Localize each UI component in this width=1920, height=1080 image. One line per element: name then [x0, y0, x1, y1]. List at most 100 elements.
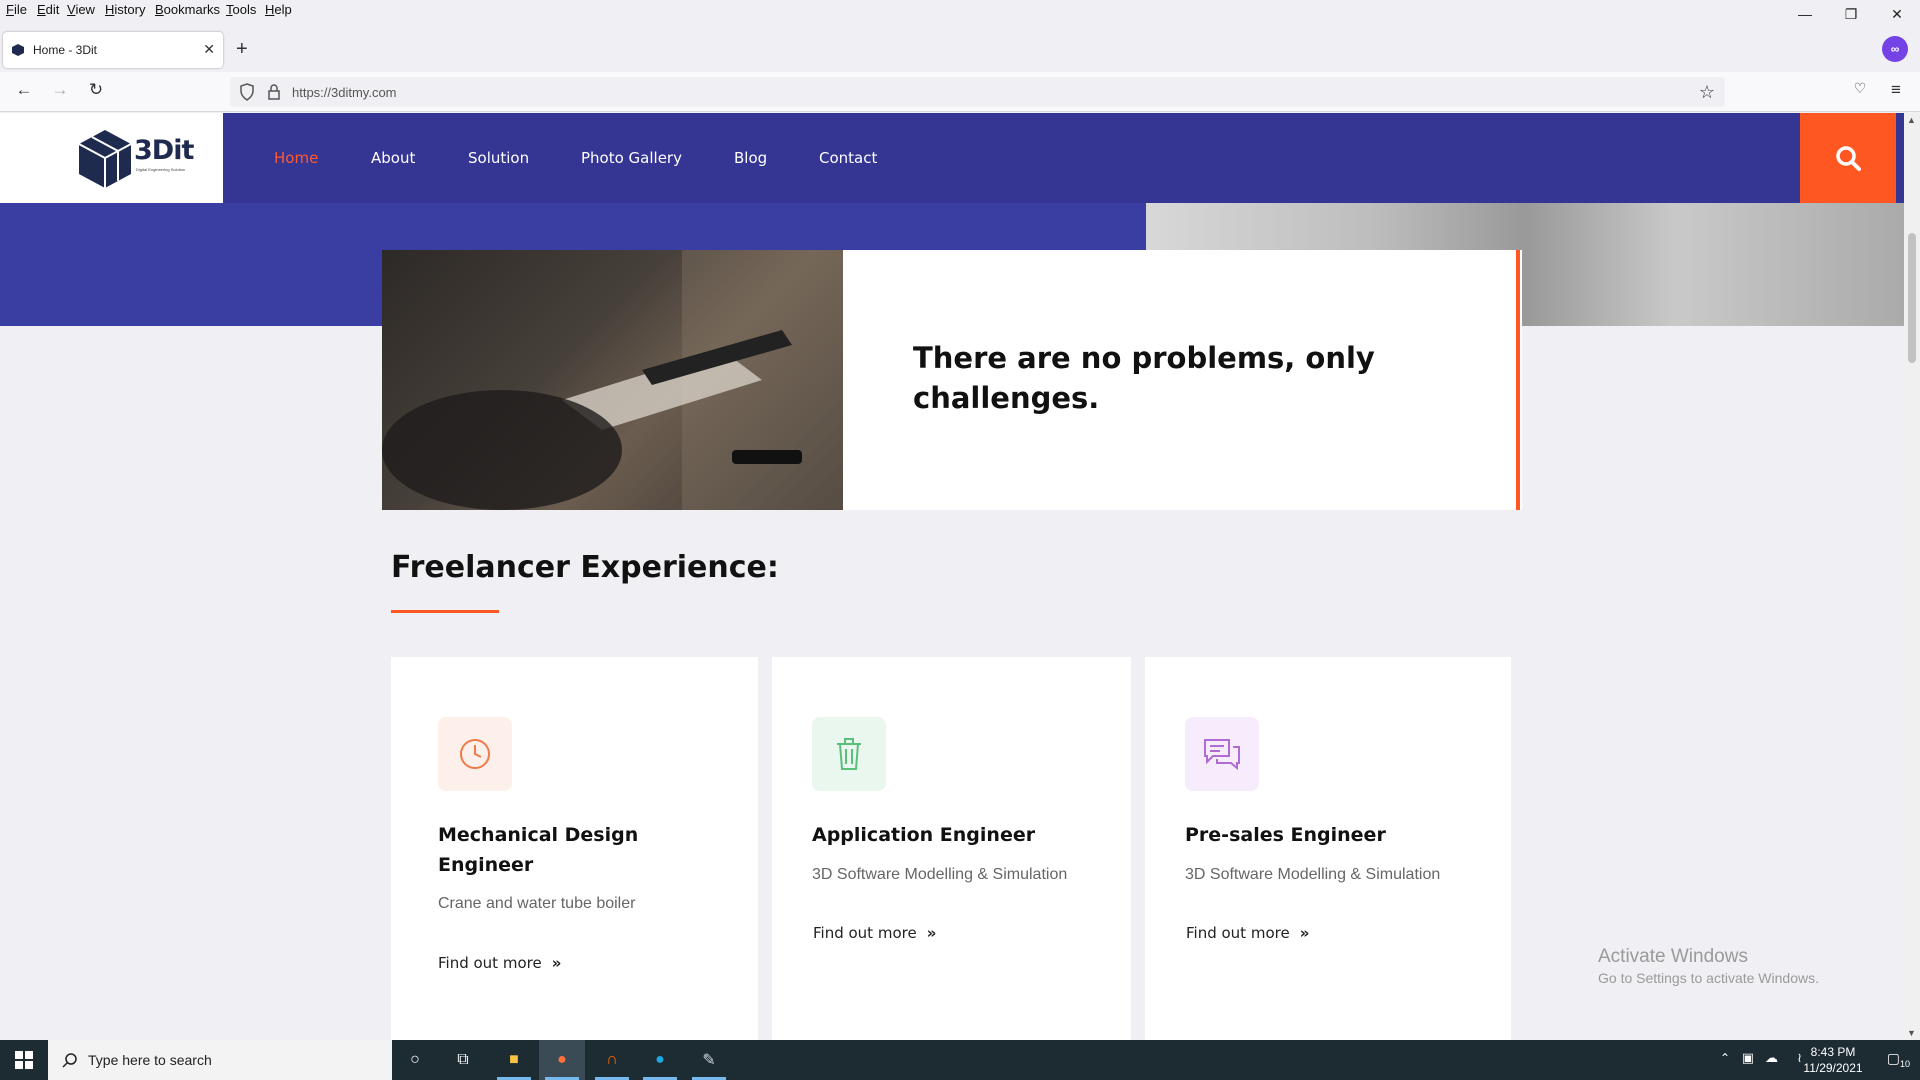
lock-icon[interactable] [266, 83, 282, 101]
app-menu-icon[interactable]: ≡ [1884, 80, 1908, 100]
search-button[interactable] [1800, 113, 1896, 203]
close-window-button[interactable]: ✕ [1874, 0, 1920, 28]
link-label: Find out more [1186, 924, 1290, 942]
edge-icon[interactable]: ● [637, 1040, 683, 1080]
experience-card-mechanical: Mechanical Design Engineer Crane and wat… [391, 657, 758, 1040]
restore-button[interactable]: ❐ [1828, 0, 1874, 28]
chat-icon [1204, 739, 1240, 771]
forward-icon[interactable]: → [48, 80, 72, 100]
nav-about[interactable]: About [371, 149, 415, 167]
card-title: Application Engineer [812, 824, 1036, 846]
trash-icon [837, 738, 861, 770]
clock-time: 8:43 PM [1810, 1045, 1856, 1059]
activate-windows-watermark: Activate Windows Go to Settings to activ… [1598, 946, 1819, 986]
search-icon [62, 1053, 77, 1068]
logo-tagline: Digital Engineering Solution [136, 167, 186, 172]
card-subtitle: 3D Software Modelling & Simulation [1185, 866, 1441, 883]
card-title: Mechanical Design Engineer [438, 824, 639, 876]
card-icon-box [438, 717, 512, 791]
link-label: Find out more [438, 954, 542, 972]
notification-center-icon[interactable]: ▢10 [1887, 1050, 1910, 1069]
scroll-up-icon[interactable]: ▲ [1907, 115, 1916, 125]
card-icon-box [1185, 717, 1259, 791]
task-view-icon[interactable]: ⧉ [440, 1040, 486, 1080]
experience-card-presales: Pre-sales Engineer 3D Software Modelling… [1145, 657, 1511, 1040]
taskbar-search-box[interactable]: Type here to search [48, 1040, 392, 1080]
app-icon[interactable]: ∩ [589, 1040, 635, 1080]
shield-icon[interactable] [239, 83, 255, 101]
tab-title: Home - 3Dit [33, 43, 98, 57]
card-icon-box [812, 717, 886, 791]
double-chevron-right-icon: » [551, 954, 562, 972]
tab-strip: Home - 3Dit ✕ + ∞ [0, 28, 1920, 72]
quote-accent-bar [1516, 250, 1520, 510]
menu-bookmarks[interactable]: Bookmarks [155, 2, 220, 17]
double-chevron-right-icon: » [1299, 924, 1310, 942]
back-icon[interactable]: ← [12, 80, 36, 100]
pocket-icon[interactable]: ♡ [1848, 80, 1872, 97]
find-out-more-link[interactable]: Find out more » [813, 924, 936, 942]
nav-photo-gallery[interactable]: Photo Gallery [581, 149, 682, 167]
url-bar[interactable]: https://3ditmy.com ☆ [230, 77, 1725, 107]
section-underline [391, 610, 499, 613]
tray-onedrive-icon[interactable]: ☁ [1765, 1050, 1778, 1066]
paint-icon[interactable]: ✎ [686, 1040, 732, 1080]
cortana-icon[interactable]: ○ [392, 1040, 438, 1080]
notification-count: 10 [1899, 1058, 1910, 1069]
clock-date: 11/29/2021 [1803, 1061, 1863, 1075]
menu-bar: File Edit View History Bookmarks Tools H… [0, 0, 1920, 20]
experience-card-application: Application Engineer 3D Software Modelli… [772, 657, 1131, 1040]
find-out-more-link[interactable]: Find out more » [1186, 924, 1309, 942]
menu-history[interactable]: History [105, 2, 145, 17]
card-subtitle: Crane and water tube boiler [438, 895, 636, 912]
start-button[interactable] [0, 1040, 48, 1080]
quote-card: There are no problems, only challenges. [382, 250, 1522, 510]
tray-device-icon[interactable]: ▣ [1742, 1050, 1754, 1066]
taskbar-search-placeholder: Type here to search [88, 1052, 212, 1068]
menu-view[interactable]: View [67, 2, 95, 17]
site-header: 3Dit Digital Engineering Solution Home A… [0, 113, 1904, 203]
file-explorer-icon[interactable]: ■ [491, 1040, 537, 1080]
menu-edit[interactable]: Edit [37, 2, 59, 17]
nav-blog[interactable]: Blog [734, 149, 767, 167]
header-edge [1896, 113, 1904, 203]
business-meeting-photo [382, 250, 843, 510]
menu-help[interactable]: Help [265, 2, 292, 17]
scroll-thumb[interactable] [1908, 233, 1916, 363]
tray-chevron-up-icon[interactable]: ⌃ [1720, 1051, 1730, 1065]
double-chevron-right-icon: » [926, 924, 937, 942]
new-tab-icon[interactable]: + [236, 38, 248, 61]
logo-text: 3Dit [134, 135, 194, 166]
scroll-down-icon[interactable]: ▼ [1907, 1028, 1916, 1038]
nav-home[interactable]: Home [274, 149, 318, 167]
quote-text: There are no problems, only challenges. [913, 341, 1375, 415]
nav-solution[interactable]: Solution [468, 149, 529, 167]
url-text: https://3ditmy.com [292, 85, 397, 100]
close-tab-icon[interactable]: ✕ [203, 41, 215, 58]
menu-file[interactable]: File [6, 2, 27, 17]
watermark-title: Activate Windows [1598, 946, 1748, 967]
taskbar-clock[interactable]: 8:43 PM 11/29/2021 [1798, 1044, 1868, 1076]
site-favicon-icon [12, 44, 24, 56]
windows-logo-icon [15, 1051, 33, 1069]
logo-cube-icon [78, 130, 132, 188]
firefox-icon[interactable]: ● [539, 1040, 585, 1080]
site-logo[interactable]: 3Dit Digital Engineering Solution [0, 113, 223, 203]
find-out-more-link[interactable]: Find out more » [438, 954, 561, 972]
card-subtitle: 3D Software Modelling & Simulation [812, 866, 1068, 883]
extension-icon[interactable]: ∞ [1882, 36, 1908, 62]
minimize-button[interactable]: — [1782, 0, 1828, 28]
reload-icon[interactable]: ↻ [84, 80, 108, 100]
menu-tools[interactable]: Tools [226, 2, 256, 17]
bookmark-star-icon[interactable]: ☆ [1699, 82, 1715, 103]
page-viewport: 3Dit Digital Engineering Solution Home A… [0, 113, 1904, 1040]
search-icon [1836, 146, 1861, 171]
watermark-subtitle: Go to Settings to activate Windows. [1598, 970, 1819, 986]
section-title: Freelancer Experience: [391, 550, 779, 585]
nav-contact[interactable]: Contact [819, 149, 877, 167]
page-scrollbar[interactable]: ▲ ▼ [1904, 113, 1920, 1040]
navigation-toolbar: ← → ↻ https://3ditmy.com ☆ ♡ ≡ [0, 72, 1920, 112]
windows-taskbar: Type here to search ○ ⧉ ■ ● ∩ ● ✎ ⌃ ▣ ☁ … [0, 1040, 1920, 1080]
tab-home[interactable]: Home - 3Dit ✕ [3, 32, 223, 68]
clock-icon [460, 739, 490, 769]
